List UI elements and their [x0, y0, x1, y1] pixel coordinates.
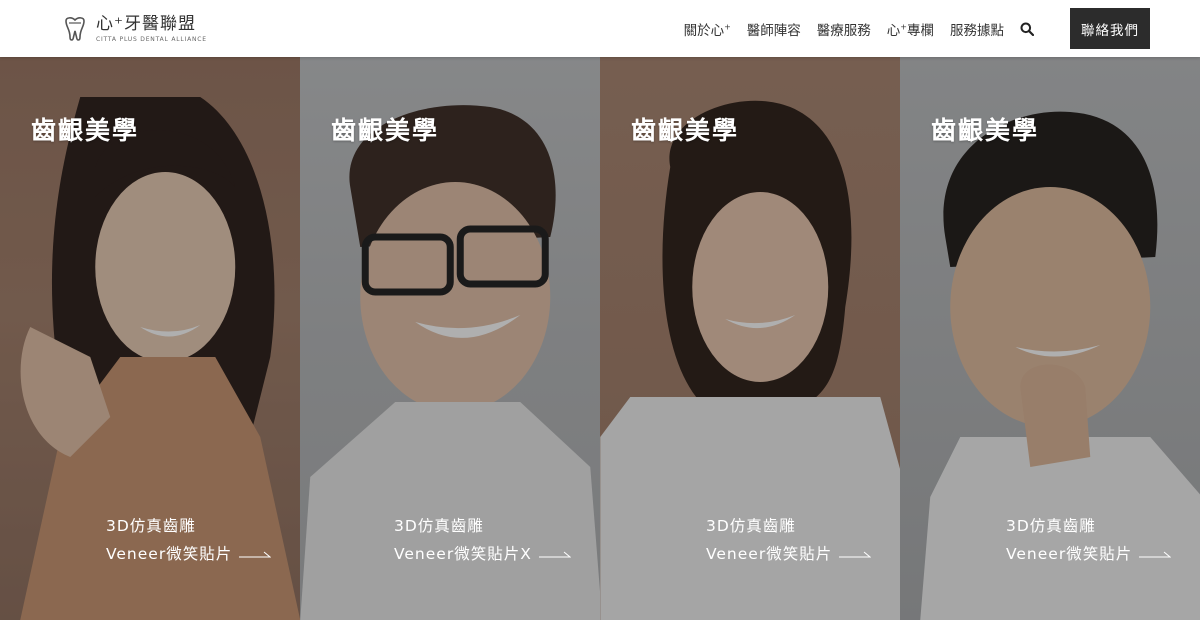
panel-title: 齒齦美學 [931, 116, 1040, 145]
panel-subtitle: 3D仿真齒雕 Veneer微笑貼片 [106, 512, 272, 568]
arrow-right-icon [538, 551, 571, 558]
panel-line-2: Veneer微笑貼片X [394, 545, 532, 563]
panel-line-1: 3D仿真齒雕 [106, 517, 196, 535]
panel-line-1: 3D仿真齒雕 [706, 517, 796, 535]
panel-subtitle: 3D仿真齒雕 Veneer微笑貼片 [706, 512, 872, 568]
search-icon[interactable] [1020, 22, 1034, 36]
panel-subtitle: 3D仿真齒雕 Veneer微笑貼片 [1006, 512, 1172, 568]
panel-line-2: Veneer微笑貼片 [706, 545, 833, 563]
nav-about[interactable]: 關於心+ [684, 19, 731, 39]
nav-column[interactable]: 心+專欄 [887, 19, 934, 39]
brand-subtitle: CITTA PLUS DENTAL ALLIANCE [96, 36, 207, 43]
panel-title: 齒齦美學 [31, 116, 140, 145]
service-panel-4[interactable]: 齒齦美學 3D仿真齒雕 Veneer微笑貼片 [900, 57, 1200, 620]
arrow-right-icon [1139, 551, 1172, 558]
arrow-right-icon [239, 551, 272, 558]
brand-title: 心⁺牙醫聯盟 [96, 14, 196, 34]
arrow-right-icon [839, 551, 872, 558]
tooth-sparkle-icon [65, 17, 85, 41]
service-panels: 齒齦美學 3D仿真齒雕 Veneer微笑貼片 齒齦美學 3D仿真齒雕 Venee… [0, 57, 1200, 620]
service-panel-1[interactable]: 齒齦美學 3D仿真齒雕 Veneer微笑貼片 [0, 57, 300, 620]
service-panel-2[interactable]: 齒齦美學 3D仿真齒雕 Veneer微笑貼片X [300, 57, 600, 620]
panel-line-2: Veneer微笑貼片 [1006, 545, 1133, 563]
nav-doctors[interactable]: 醫師陣容 [747, 19, 801, 39]
logo[interactable]: 心⁺牙醫聯盟 CITTA PLUS DENTAL ALLIANCE [60, 10, 207, 48]
panel-line-1: 3D仿真齒雕 [1006, 517, 1096, 535]
page-bottom [0, 620, 1200, 635]
site-header: 心⁺牙醫聯盟 CITTA PLUS DENTAL ALLIANCE 關於心+ 醫… [0, 0, 1200, 57]
panel-title: 齒齦美學 [631, 116, 740, 145]
panel-line-1: 3D仿真齒雕 [394, 517, 484, 535]
panel-subtitle: 3D仿真齒雕 Veneer微笑貼片X [394, 512, 571, 568]
nav-services[interactable]: 醫療服務 [817, 19, 871, 39]
nav-locations[interactable]: 服務據點 [950, 19, 1004, 39]
service-panel-3[interactable]: 齒齦美學 3D仿真齒雕 Veneer微笑貼片 [600, 57, 900, 620]
main-nav: 關於心+ 醫師陣容 醫療服務 心+專欄 服務據點 [668, 0, 1034, 57]
panel-line-2: Veneer微笑貼片 [106, 545, 233, 563]
contact-button[interactable]: 聯絡我們 [1070, 8, 1150, 49]
panel-title: 齒齦美學 [331, 116, 440, 145]
